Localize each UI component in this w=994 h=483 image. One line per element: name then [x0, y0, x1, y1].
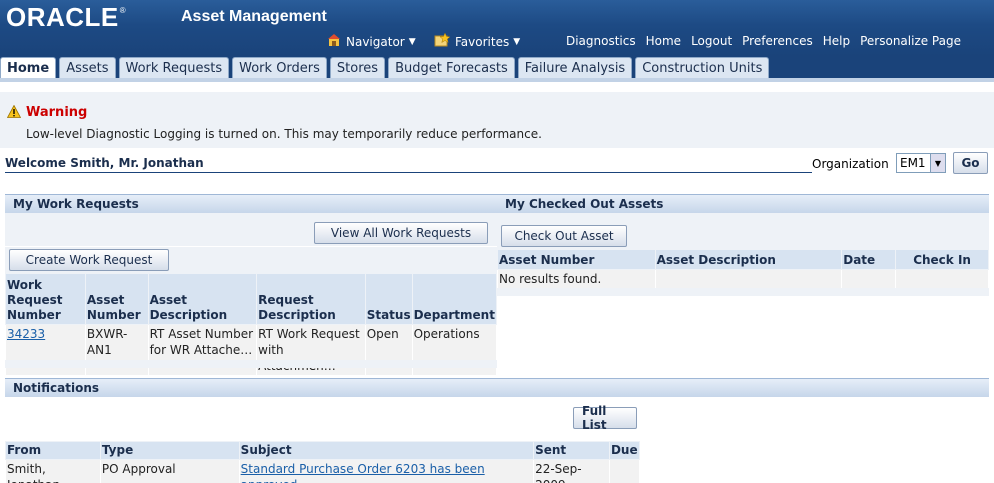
empty-cell: [895, 269, 989, 289]
link-preferences[interactable]: Preferences: [742, 34, 813, 48]
organization-select[interactable]: EM1 ▼: [896, 153, 946, 173]
due-cell: [608, 459, 641, 483]
divider: [5, 172, 812, 173]
column-header[interactable]: From: [5, 441, 101, 460]
sent-cell: 22-Sep-2009: [533, 459, 610, 483]
column-header[interactable]: Asset Number: [84, 273, 149, 325]
app-title: Asset Management: [181, 8, 327, 25]
column-header[interactable]: Date: [841, 249, 897, 270]
table-row: No results found.: [497, 269, 989, 289]
section-header-checked-out-assets: My Checked Out Assets: [497, 194, 989, 213]
warning-icon: [6, 104, 22, 121]
warning-text: Low-level Diagnostic Logging is turned o…: [26, 127, 542, 141]
column-header[interactable]: Asset Number: [497, 249, 656, 270]
favorites-menu[interactable]: Favorites ▼: [434, 32, 521, 50]
tab-stores[interactable]: Stores: [329, 57, 386, 78]
tab-underline: [0, 78, 994, 82]
navigator-menu[interactable]: Navigator ▼: [327, 33, 416, 50]
checked-out-assets-table: Asset Number Asset Description Date Chec…: [497, 249, 989, 289]
type-cell: PO Approval: [99, 459, 240, 483]
link-personalize-page[interactable]: Personalize Page: [860, 34, 961, 48]
link-logout[interactable]: Logout: [691, 34, 732, 48]
column-header[interactable]: Department: [411, 273, 498, 325]
section-header-work-requests: My Work Requests: [5, 194, 497, 213]
chevron-down-icon[interactable]: ▼: [930, 154, 945, 172]
tab-failure-analysis[interactable]: Failure Analysis: [517, 57, 633, 78]
checked-out-footer: [497, 288, 989, 296]
tab-construction-units[interactable]: Construction Units: [635, 57, 770, 78]
tab-home[interactable]: Home: [0, 57, 57, 78]
favorites-icon: [434, 32, 451, 50]
column-header[interactable]: Check In: [895, 249, 989, 270]
check-out-asset-button[interactable]: Check Out Asset: [501, 225, 627, 247]
navigator-icon: [327, 33, 341, 50]
work-requests-footer: [5, 360, 497, 368]
subject-cell: Standard Purchase Order 6203 has been ap…: [238, 459, 535, 483]
column-header[interactable]: Work Request Number: [5, 273, 86, 325]
table-row: Smith, Jonathan PO Approval Standard Pur…: [5, 459, 641, 483]
column-header[interactable]: Asset Description: [147, 273, 258, 325]
column-header[interactable]: Sent: [533, 441, 610, 460]
link-home[interactable]: Home: [646, 34, 681, 48]
column-header[interactable]: Asset Description: [654, 249, 843, 270]
notification-subject-link[interactable]: Standard Purchase Order 6203 has been ap…: [241, 462, 485, 483]
link-diagnostics[interactable]: Diagnostics: [566, 34, 636, 48]
column-header[interactable]: Status: [364, 273, 413, 325]
view-all-work-requests-button[interactable]: View All Work Requests: [314, 222, 488, 244]
column-header[interactable]: Request Description: [256, 273, 366, 325]
chevron-down-icon: ▼: [513, 36, 521, 47]
link-help[interactable]: Help: [823, 34, 850, 48]
empty-cell: [841, 269, 897, 289]
welcome-text: Welcome Smith, Mr. Jonathan: [5, 156, 204, 170]
from-cell: Smith, Jonathan: [5, 459, 101, 483]
column-header[interactable]: Subject: [238, 441, 535, 460]
notifications-table: From Type Subject Sent Due Smith, Jonath…: [5, 441, 641, 483]
tab-budget-forecasts[interactable]: Budget Forecasts: [388, 57, 515, 78]
navigator-label: Navigator: [346, 34, 405, 49]
app-header: ORACLE® Asset Management Navigator ▼ Fav…: [0, 0, 994, 56]
empty-cell: [654, 269, 843, 289]
oracle-logo: ORACLE®: [6, 2, 127, 32]
empty-results-text: No results found.: [497, 269, 656, 289]
full-list-button[interactable]: Full List: [573, 404, 637, 432]
work-request-link[interactable]: 34233: [7, 327, 45, 341]
column-header[interactable]: Type: [99, 441, 240, 460]
warning-message-box: Warning Low-level Diagnostic Logging is …: [0, 92, 994, 148]
tab-work-requests[interactable]: Work Requests: [118, 57, 230, 78]
favorites-label: Favorites: [455, 34, 510, 49]
section-header-notifications: Notifications: [5, 378, 989, 397]
column-header[interactable]: Due: [608, 441, 641, 460]
tab-work-orders[interactable]: Work Orders: [232, 57, 327, 78]
tab-assets[interactable]: Assets: [59, 57, 116, 78]
main-tabs: Home Assets Work Requests Work Orders St…: [0, 57, 772, 78]
global-links: Diagnostics Home Logout Preferences Help…: [566, 34, 961, 48]
create-work-request-button[interactable]: Create Work Request: [9, 249, 169, 271]
organization-value: EM1: [900, 156, 926, 170]
go-button[interactable]: Go: [953, 152, 988, 174]
warning-title: Warning: [26, 105, 88, 120]
chevron-down-icon: ▼: [408, 36, 416, 47]
organization-label: Organization: [812, 157, 889, 171]
divider: [5, 246, 497, 247]
